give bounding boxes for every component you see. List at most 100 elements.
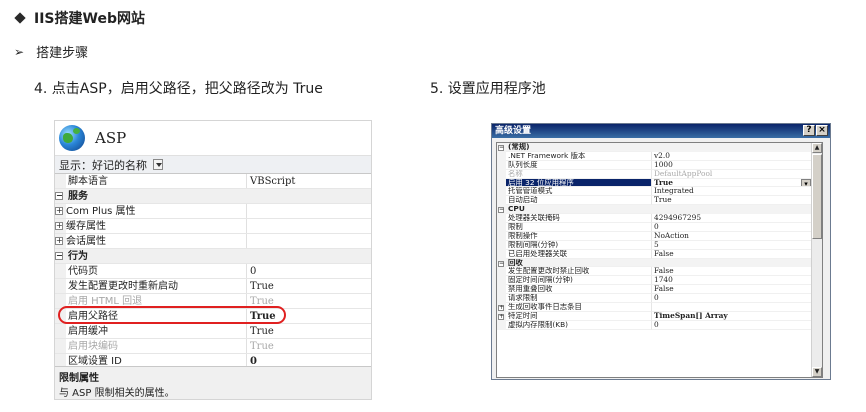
property-row[interactable]: 启用缓冲 True <box>55 324 371 339</box>
row-gutter <box>55 309 66 323</box>
property-row[interactable]: 队列长度 1000 <box>497 160 812 170</box>
property-value[interactable]: 1000 <box>652 161 812 170</box>
collapse-icon[interactable]: − <box>55 252 63 260</box>
row-gutter: + <box>55 204 66 218</box>
property-value[interactable]: True <box>247 294 371 308</box>
property-value[interactable]: True <box>247 339 371 353</box>
property-category[interactable]: − 行为 <box>55 249 371 264</box>
property-row[interactable]: 限制 0 <box>497 223 812 232</box>
scroll-down-icon[interactable]: ▼ <box>812 367 822 377</box>
property-value[interactable]: 1740 <box>652 276 812 286</box>
property-name: 会话属性 <box>66 234 247 248</box>
vertical-scrollbar[interactable]: ▲ ▼ <box>811 143 822 377</box>
expand-icon[interactable]: + <box>498 305 504 312</box>
dialog-property-grid: − (常规) .NET Framework 版本 v2.0 队列长度 1000 名称 Defa… <box>496 142 823 378</box>
property-name: 缓存属性 <box>66 219 247 233</box>
property-value[interactable]: 0 <box>652 294 812 304</box>
property-row[interactable]: 发生配置更改时重新启动 True <box>55 279 371 294</box>
help-button[interactable]: ? <box>803 125 815 136</box>
property-name: 回收 <box>506 259 652 268</box>
property-row[interactable]: + 缓存属性 <box>55 219 371 234</box>
property-row[interactable]: 处理器关联掩码 4294967295 <box>497 214 812 224</box>
subsection-heading: ➢ 搭建步骤 <box>14 42 88 62</box>
property-row[interactable]: + 生成回收事件日志条目 <box>497 303 812 312</box>
property-value[interactable]: False <box>652 267 812 277</box>
property-row[interactable]: .NET Framework 版本 v2.0 <box>497 151 812 161</box>
property-value[interactable]: True <box>652 196 812 206</box>
property-value[interactable]: True <box>247 309 371 323</box>
property-row[interactable]: 限制间隔(分钟) 5 <box>497 240 812 250</box>
property-value[interactable]: Integrated <box>652 187 812 197</box>
close-button[interactable]: × <box>816 125 828 136</box>
property-name: 禁用重叠回收 <box>506 285 652 295</box>
property-value[interactable]: TimeSpan[] Array <box>652 312 812 321</box>
property-value[interactable]: 0 <box>247 264 371 278</box>
property-value[interactable]: False <box>652 285 812 295</box>
property-row[interactable]: 启用 32 位应用程序 True <box>497 178 812 188</box>
property-category[interactable]: − CPU <box>497 205 812 215</box>
property-value[interactable]: 4294967295 <box>652 214 812 224</box>
property-row[interactable]: 启用父路径 True <box>55 309 371 324</box>
scroll-up-icon[interactable]: ▲ <box>812 143 822 153</box>
expand-icon[interactable]: + <box>55 222 63 230</box>
property-value[interactable]: VBScript <box>247 174 371 188</box>
property-row[interactable]: 虚拟内存限制(KB) 0 <box>497 320 812 330</box>
property-name: 托管管道模式 <box>506 187 652 197</box>
expand-icon[interactable]: + <box>498 313 504 320</box>
property-value[interactable]: False <box>652 250 812 259</box>
property-row[interactable]: 固定时间间隔(分钟) 1740 <box>497 276 812 286</box>
property-row[interactable]: 托管管道模式 Integrated <box>497 187 812 197</box>
property-value[interactable] <box>247 234 371 248</box>
collapse-icon[interactable]: − <box>498 145 504 151</box>
expand-icon[interactable]: + <box>55 207 63 215</box>
collapse-icon[interactable]: − <box>498 207 504 214</box>
property-value[interactable]: 5 <box>652 241 812 250</box>
display-mode-value[interactable]: 好记的名称 <box>92 157 147 173</box>
property-row[interactable]: 已启用处理器关联 False <box>497 249 812 259</box>
property-row[interactable]: 代码页 0 <box>55 264 371 279</box>
collapse-icon[interactable]: − <box>498 260 504 267</box>
property-row[interactable]: 发生配置更改时禁止回收 False <box>497 267 812 277</box>
display-mode-label: 显示： <box>59 158 92 172</box>
description-pane: 限制属性 与 ASP 限制相关的属性。 <box>55 366 371 399</box>
property-row[interactable]: 名称 DefaultAppPool <box>497 169 812 179</box>
scroll-thumb[interactable] <box>812 154 822 239</box>
property-value[interactable] <box>247 204 371 218</box>
property-row[interactable]: 启用 HTML 回退 True <box>55 294 371 309</box>
property-row[interactable]: 脚本语言 VBScript <box>55 174 371 189</box>
row-gutter <box>497 320 506 330</box>
property-value[interactable]: True <box>247 279 371 293</box>
property-row[interactable]: 限制操作 NoAction <box>497 231 812 241</box>
display-mode-bar: 显示： 好记的名称 <box>55 155 371 173</box>
property-value[interactable]: DefaultAppPool <box>652 170 812 179</box>
expand-icon[interactable]: + <box>55 237 63 245</box>
row-gutter: + <box>55 219 66 233</box>
property-row[interactable]: 自动启动 True <box>497 196 812 206</box>
description-title: 限制属性 <box>59 373 99 384</box>
property-value[interactable]: 0 <box>652 321 812 330</box>
property-row[interactable]: 请求限制 0 <box>497 294 812 304</box>
property-row[interactable]: 启用块编码 True <box>55 339 371 354</box>
dialog-title: 高级设置 <box>495 126 532 136</box>
property-row[interactable]: 禁用重叠回收 False <box>497 285 812 295</box>
property-value[interactable]: True <box>652 178 812 188</box>
property-value[interactable] <box>652 303 812 312</box>
property-category[interactable]: − 回收 <box>497 258 812 268</box>
step-4-text: 4. 点击ASP，启用父路径，把父路径改为 True <box>34 81 323 97</box>
property-row[interactable]: + Com Plus 属性 <box>55 204 371 219</box>
property-name: 启用 32 位应用程序 <box>506 178 652 188</box>
property-value[interactable]: 0 <box>652 223 812 232</box>
property-category[interactable]: − 服务 <box>55 189 371 204</box>
collapse-icon[interactable]: − <box>55 192 63 200</box>
property-value[interactable]: NoAction <box>652 232 812 241</box>
chevron-down-icon[interactable] <box>153 159 163 170</box>
property-category[interactable]: − (常规) <box>497 143 812 152</box>
property-name: 特定时间 <box>506 311 652 321</box>
property-value[interactable] <box>247 219 371 233</box>
property-value[interactable]: v2.0 <box>652 152 812 161</box>
property-row[interactable]: + 特定时间 TimeSpan[] Array <box>497 311 812 321</box>
property-name: 限制操作 <box>506 231 652 241</box>
property-value[interactable]: True <box>247 324 371 338</box>
row-gutter: − <box>55 189 66 203</box>
property-row[interactable]: + 会话属性 <box>55 234 371 249</box>
